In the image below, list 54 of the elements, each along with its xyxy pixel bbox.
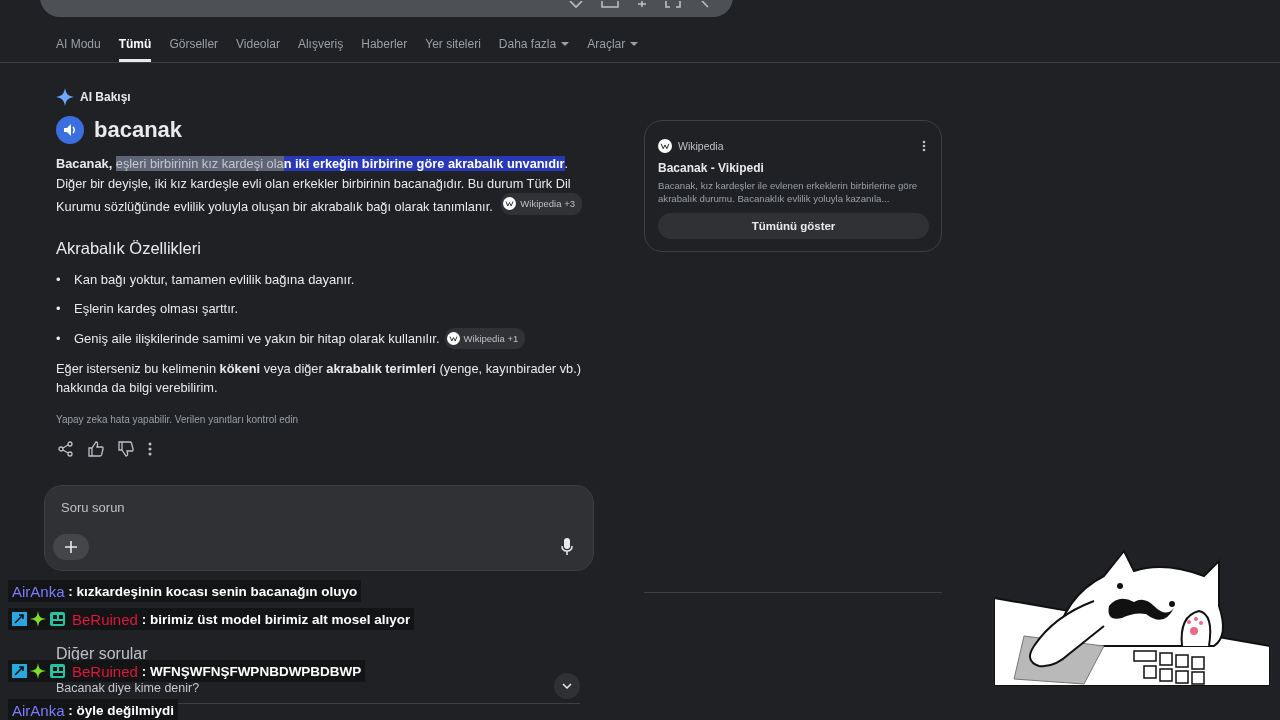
disclaimer-text: Yapay zeka hata yapabilir. Verilen yanıtları kontrol edin: [56, 413, 300, 425]
search-tab[interactable]: Araçlar: [587, 35, 639, 62]
ask-field[interactable]: Soru sorun: [61, 499, 261, 515]
chat-message: AirAnka : öyle değilmiydi: [8, 699, 179, 720]
source-site: Wikipedia: [678, 140, 724, 152]
search-tab[interactable]: AI Modu: [56, 35, 101, 62]
source-card[interactable]: Wikipedia Bacanak - Vikipedi Bacanak, kız kardeşler ile evlenen erkeklerin birbirlerine göre akrabalık durumu. Bacanaklık evlilik yoluyla kazanıla... Tümünü göster: [644, 120, 942, 252]
overview-paragraph: Bacanak, eşleri birbirinin kız kardeşi olan iki erkeğin birbirine göre akrabalık unvanıdır. Diğer bir deyişle, iki kız kardeşle evli olan erkekler birbirinin bacanağıdır. Bu durum Türk Dil Kurumu sözlüğünde evlilik yoluyla oluşan bir akrabalık bağı olarak tanımlanır. Wikipedia +3: [56, 154, 584, 217]
more-icon[interactable]: [922, 140, 926, 152]
caret-icon: [561, 41, 570, 47]
chat-message: BeRuined : WFNŞWFNŞFWPNBDWPBDBWP: [8, 660, 366, 682]
section-heading: Diğer sorular: [56, 644, 149, 663]
search-tab[interactable]: Daha fazla: [498, 35, 570, 62]
source-snippet: Bacanak, kız kardeşler ile evlenen erkeklerin birbirlerine göre akrabalık durumu. Bacanaklık evlilik yoluyla kazanıla...: [658, 179, 919, 205]
bullet-marker: •: [56, 270, 62, 289]
share-icon[interactable]: [58, 440, 74, 457]
bullet-marker: •: [56, 299, 62, 318]
source-chip[interactable]: Wikipedia +1: [444, 327, 526, 349]
more-icon[interactable]: [148, 441, 152, 456]
chat-message: BeRuined : birimiz üst model birimiz alt mosel alıyor: [8, 608, 415, 630]
plus-icon: [65, 540, 77, 553]
wikipedia-logo: [503, 197, 517, 211]
search-tab[interactable]: Yer siteleri: [425, 35, 481, 62]
show-all-button[interactable]: Tümünü göster: [658, 213, 929, 239]
wikipedia-logo: [446, 331, 460, 345]
thumbs-up-icon[interactable]: [88, 440, 104, 457]
sparkle-icon: [56, 88, 74, 106]
bullet-marker: •: [56, 329, 62, 348]
search-tab[interactable]: Alışveriş: [297, 35, 344, 62]
search-tab[interactable]: Haberler: [361, 35, 408, 62]
wikipedia-logo: [658, 139, 672, 153]
caret-icon: [630, 41, 639, 47]
add-button[interactable]: [53, 533, 89, 560]
chat-message: AirAnka : kızkardeşinin kocası senin bacanağın oluyo: [8, 580, 362, 602]
bullet-text: Eşlerin kardeş olması şarttır.: [74, 299, 238, 318]
term-title: bacanak: [94, 117, 183, 143]
thumbs-down-icon[interactable]: [118, 440, 134, 457]
source-title[interactable]: Bacanak - Vikipedi: [658, 161, 929, 175]
closing-paragraph: Eğer isterseniz bu kelimenin kökeni veya diğer akrabalık terimleri (yenge, kayınbirader vb.) hakkında da bilgi verebilirim.: [56, 359, 582, 398]
source-chip[interactable]: Wikipedia +3: [501, 193, 582, 215]
question-item[interactable]: Bacanak diye kime denir?: [56, 680, 200, 695]
search-tab[interactable]: Videolar: [236, 35, 280, 62]
search-tab[interactable]: Görseller: [169, 35, 219, 62]
chevron-down-icon: [562, 682, 572, 689]
bullet-text: Kan bağı yoktur, tamamen evlilik bağına dayanır.: [74, 270, 355, 289]
expand-button[interactable]: [554, 672, 580, 699]
bullet-text: Geniş aile ilişkilerinde samimi ve yakın bir hitap olarak kullanılır.: [74, 329, 440, 348]
speaker-button[interactable]: [56, 116, 84, 144]
overview-label: AI Bakışı: [80, 90, 131, 104]
search-tab[interactable]: Tümü: [118, 35, 152, 62]
speaker-icon: [63, 123, 77, 137]
chat-badges-icon: [12, 663, 66, 679]
section-heading: Akrabalık Özellikleri: [56, 238, 202, 258]
chat-badges-icon: [12, 611, 66, 627]
